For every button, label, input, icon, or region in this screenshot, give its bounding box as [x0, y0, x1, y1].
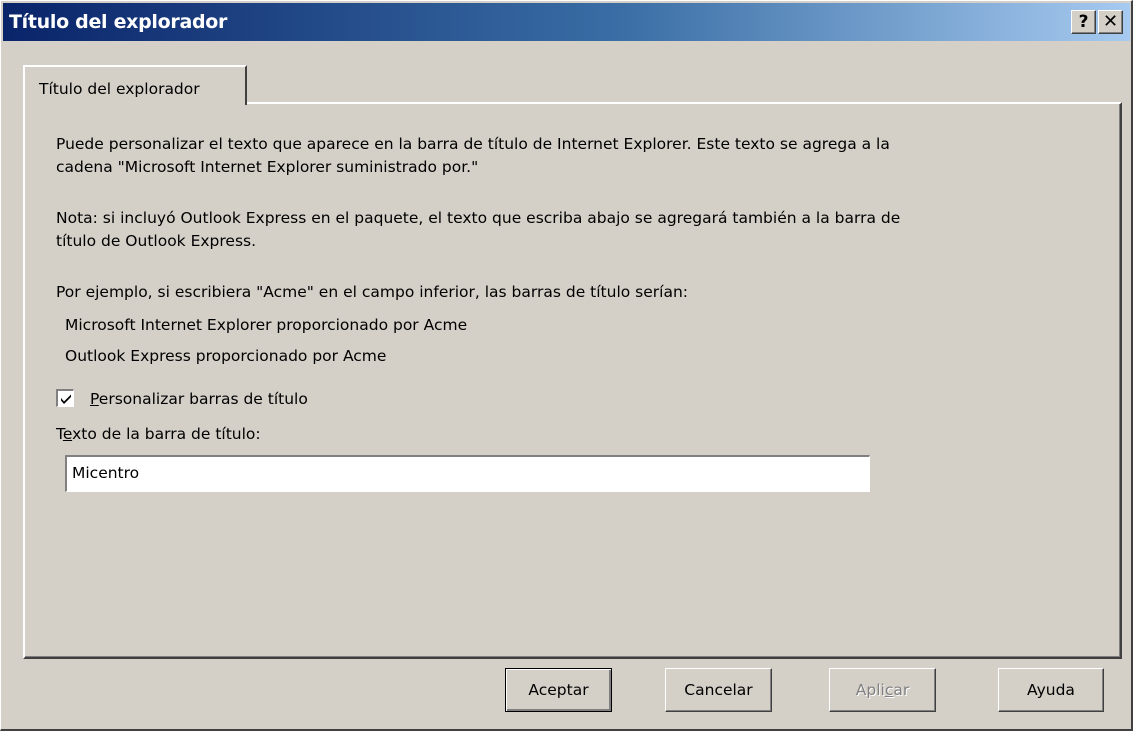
title-bar[interactable]: Título del explorador ? ✕	[3, 3, 1130, 41]
question-mark-icon: ?	[1078, 12, 1089, 32]
customize-titlebars-label-rest: ersonalizar barras de título	[98, 390, 308, 408]
example-oe-title: Outlook Express proporcionado por Acme	[65, 347, 387, 365]
example-intro-text: Por ejemplo, si escribiera "Acme" en el …	[56, 283, 689, 301]
cancel-button[interactable]: Cancelar	[665, 668, 772, 712]
titlebar-text-label-c: xto de la barra de título:	[72, 425, 261, 443]
dialog-window: Título del explorador ? ✕ Título del exp…	[0, 0, 1133, 731]
customize-titlebars-label[interactable]: Personalizar barras de título	[90, 387, 308, 411]
close-icon: ✕	[1102, 11, 1119, 32]
note-text-line-2: título de Outlook Express.	[56, 232, 257, 250]
intro-text-line-2: cadena "Microsoft Internet Explorer sumi…	[56, 158, 479, 176]
tab-panel	[23, 102, 1122, 659]
close-button[interactable]: ✕	[1098, 10, 1123, 34]
help-button[interactable]: ?	[1071, 10, 1096, 34]
example-ie-title: Microsoft Internet Explorer proporcionad…	[65, 316, 468, 334]
customize-titlebars-checkbox[interactable]	[56, 389, 74, 407]
tab-titulo-del-explorador[interactable]: Título del explorador	[23, 65, 247, 105]
window-title: Título del explorador	[9, 11, 228, 33]
ok-button[interactable]: Aceptar	[505, 668, 612, 712]
apply-label-c: ar	[893, 681, 910, 699]
apply-button[interactable]: Aplicar	[829, 668, 936, 712]
checkmark-icon	[61, 394, 71, 404]
note-text-line-1: Nota: si incluyó Outlook Express en el p…	[56, 209, 901, 227]
titlebar-text-accesskey: e	[62, 425, 73, 443]
intro-text-line-1: Puede personalizar el texto que aparece …	[56, 135, 890, 153]
apply-label-a: Apli	[855, 681, 885, 699]
titlebar-text-input[interactable]: Micentro	[65, 455, 870, 492]
titlebar-text-label: Texto de la barra de título:	[56, 422, 261, 446]
titlebar-text-label-a: T	[56, 425, 63, 443]
customize-titlebars-accesskey: P	[90, 390, 99, 408]
tab-label: Título del explorador	[39, 80, 200, 98]
help-dialog-button[interactable]: Ayuda	[998, 668, 1104, 712]
